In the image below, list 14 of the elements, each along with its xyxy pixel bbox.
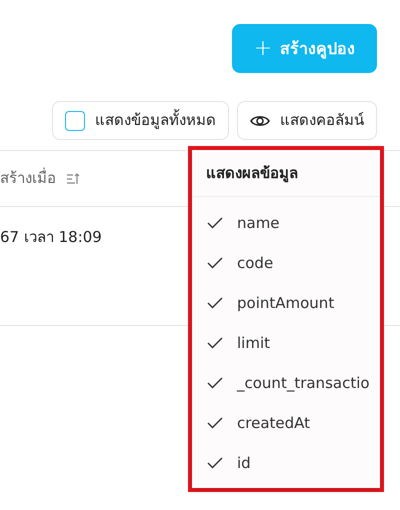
show-all-checkbox[interactable]: แสดงข้อมูลทั้งหมด xyxy=(52,101,229,140)
menu-item[interactable]: limit xyxy=(192,323,380,363)
eye-icon xyxy=(250,114,270,128)
menu-item[interactable]: id xyxy=(192,443,380,483)
menu-item[interactable]: createdAt xyxy=(192,403,380,443)
sort-icon[interactable] xyxy=(66,172,80,186)
table-cell: 67 เวลา 18:09 xyxy=(0,228,102,246)
menu-item[interactable]: pointAmount xyxy=(192,283,380,323)
menu-item[interactable]: code xyxy=(192,243,380,283)
show-columns-button[interactable]: แสดงคอลัมน์ xyxy=(237,101,377,140)
menu-item[interactable]: _count_transactio xyxy=(192,363,380,403)
column-header[interactable]: สร้างเมื่อ xyxy=(0,167,56,190)
menu-title: แสดงผลข้อมูล xyxy=(192,150,380,197)
menu-item[interactable]: name xyxy=(192,203,380,243)
